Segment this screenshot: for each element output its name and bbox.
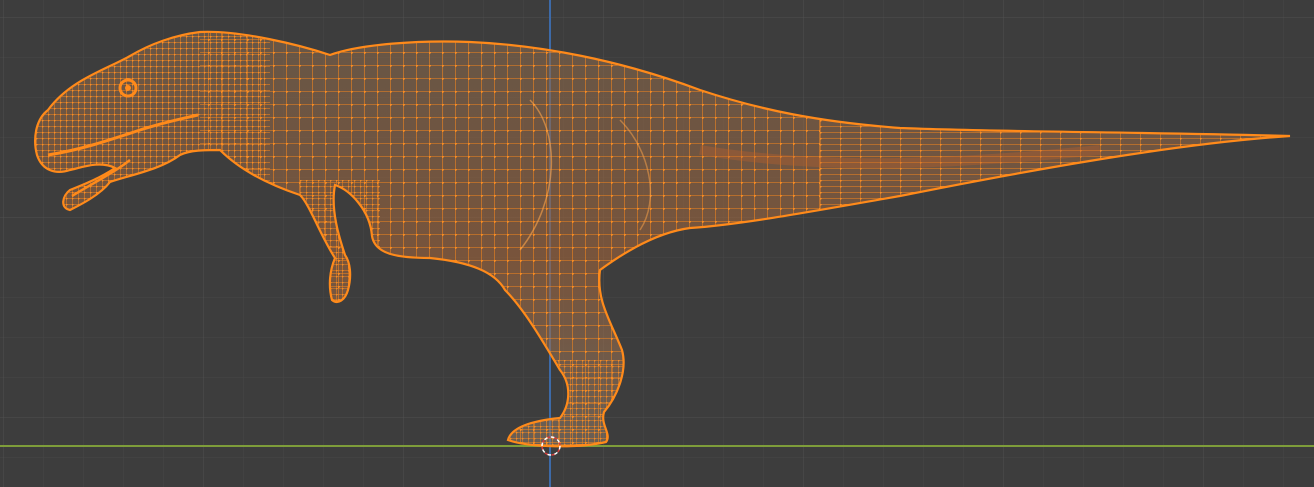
3d-viewport[interactable] — [0, 0, 1314, 487]
viewport-canvas[interactable] — [0, 0, 1314, 487]
